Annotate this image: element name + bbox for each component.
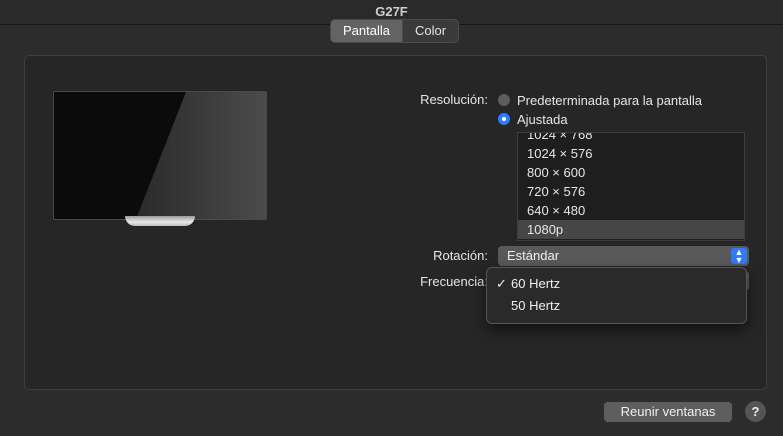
- help-icon[interactable]: ?: [745, 401, 766, 422]
- window-title: G27F: [375, 4, 408, 19]
- radio-button-selected[interactable]: [498, 113, 510, 125]
- tab-pantalla[interactable]: Pantalla: [331, 20, 403, 42]
- menu-item-label: 50 Hertz: [511, 298, 561, 313]
- chevron-up-down-icon: ▲ ▼: [731, 248, 747, 265]
- radio-scaled-resolution[interactable]: Ajustada: [498, 110, 568, 128]
- list-item[interactable]: 720 × 576: [518, 182, 744, 201]
- tab-color[interactable]: Color: [403, 20, 458, 42]
- list-item[interactable]: 1024 × 768: [518, 133, 744, 144]
- menu-item-label: 60 Hertz: [511, 276, 561, 291]
- list-item[interactable]: 1024 × 576: [518, 144, 744, 163]
- radio-default-resolution[interactable]: Predeterminada para la pantalla: [498, 91, 702, 109]
- radio-button[interactable]: [498, 94, 510, 106]
- radio-label-scaled: Ajustada: [517, 111, 568, 127]
- list-item-selected[interactable]: 1080p: [518, 220, 744, 239]
- frequency-dropdown-menu[interactable]: ✓ 60 Hertz 50 Hertz: [486, 267, 747, 324]
- frequency-label: Frecuencia:: [420, 274, 488, 289]
- radio-label-default: Predeterminada para la pantalla: [517, 92, 703, 108]
- display-preview-image: [53, 91, 267, 220]
- list-item[interactable]: 800 × 600: [518, 163, 744, 182]
- menu-item-50hz[interactable]: 50 Hertz: [487, 296, 746, 316]
- screen-reflection: [136, 92, 266, 219]
- resolution-list[interactable]: 1024 × 768 1024 × 576 800 × 600 720 × 57…: [517, 132, 745, 241]
- rotation-popup[interactable]: Estándar ▲ ▼: [498, 246, 749, 266]
- gather-windows-button[interactable]: Reunir ventanas: [604, 402, 732, 422]
- display-stand: [125, 216, 195, 226]
- menu-item-60hz[interactable]: ✓ 60 Hertz: [487, 274, 746, 294]
- segmented-tabs: Pantalla Color: [330, 19, 460, 43]
- list-item[interactable]: 640 × 480: [518, 201, 744, 220]
- rotation-value: Estándar: [507, 248, 560, 263]
- rotation-label: Rotación:: [433, 248, 488, 263]
- resolution-label: Resolución:: [420, 92, 488, 107]
- checkmark-icon: ✓: [496, 276, 507, 291]
